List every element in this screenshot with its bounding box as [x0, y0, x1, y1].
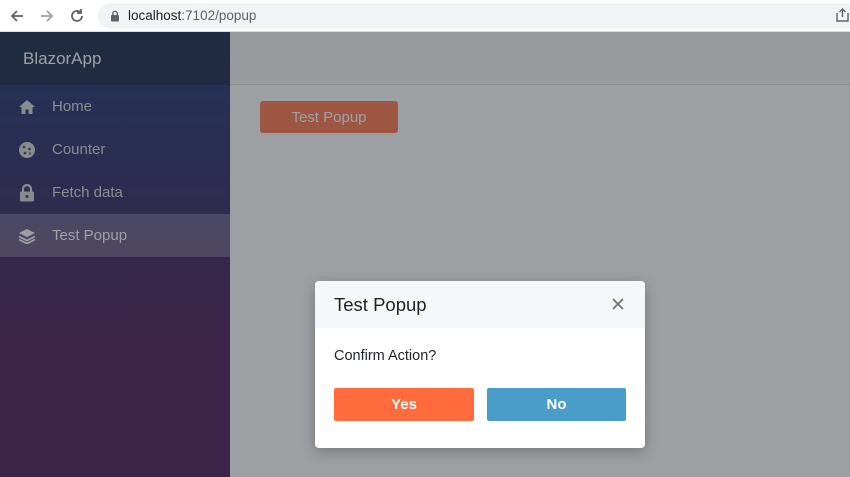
dialog-actions: Yes No	[334, 388, 626, 421]
dialog-body: Confirm Action?	[315, 328, 645, 364]
dialog-header: Test Popup	[315, 281, 645, 328]
dialog-message: Confirm Action?	[334, 348, 437, 364]
reload-icon	[71, 9, 83, 22]
share-icon[interactable]	[836, 8, 849, 22]
dialog-title: Test Popup	[334, 293, 427, 315]
address-bar[interactable]: localhost:7102/popup	[98, 3, 850, 29]
arrow-left-icon	[10, 10, 23, 22]
url-path: :7102/popup	[181, 8, 257, 23]
lock-icon	[111, 10, 119, 22]
no-button[interactable]: No	[487, 388, 626, 421]
yes-button[interactable]: Yes	[334, 388, 474, 421]
url-host: localhost	[128, 8, 182, 23]
browser-toolbar: localhost:7102/popup	[0, 0, 850, 32]
close-icon[interactable]	[611, 297, 625, 311]
back-button[interactable]	[6, 5, 28, 27]
reload-button[interactable]	[66, 5, 88, 27]
confirm-dialog: Test Popup Confirm Action? Yes No	[315, 281, 645, 448]
url-text: localhost:7102/popup	[128, 8, 256, 23]
forward-button[interactable]	[36, 5, 58, 27]
arrow-right-icon	[41, 10, 54, 22]
